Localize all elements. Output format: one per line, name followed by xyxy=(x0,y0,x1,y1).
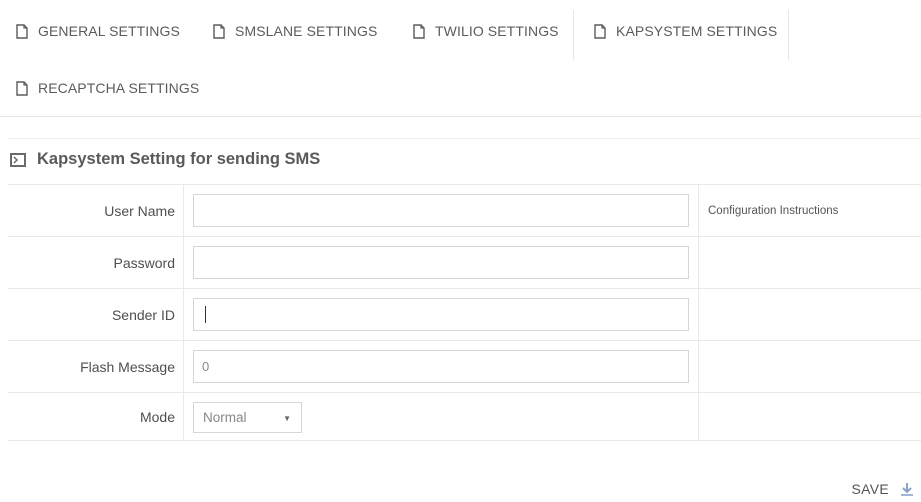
tab-label: GENERAL SETTINGS xyxy=(38,23,180,39)
form-row-flash-message: Flash Message xyxy=(8,340,921,392)
kapsystem-settings-form: User Name Configuration Instructions Pas… xyxy=(8,184,921,441)
column-divider xyxy=(698,289,699,340)
tab-divider xyxy=(788,10,789,60)
form-row-sender-id: Sender ID xyxy=(8,288,921,340)
form-row-user-name: User Name Configuration Instructions xyxy=(8,184,921,236)
panel-title-text: Kapsystem Setting for sending SMS xyxy=(37,150,321,168)
document-icon xyxy=(413,23,425,39)
document-icon xyxy=(213,23,225,39)
tab-label: RECAPTCHA SETTINGS xyxy=(38,80,200,96)
tab-kapsystem-settings[interactable]: KAPSYSTEM SETTINGS xyxy=(594,16,778,46)
document-icon xyxy=(594,23,606,39)
password-label: Password xyxy=(113,254,175,271)
dropdown-arrow-icon: ▼ xyxy=(283,414,291,423)
tab-divider xyxy=(573,10,574,60)
column-divider xyxy=(698,237,699,288)
tab-recaptcha-settings[interactable]: RECAPTCHA SETTINGS xyxy=(16,73,199,103)
password-input[interactable] xyxy=(193,246,689,279)
sender-id-input[interactable] xyxy=(193,298,689,331)
save-label: SAVE xyxy=(851,481,889,497)
column-divider xyxy=(698,185,699,236)
tab-label: KAPSYSTEM SETTINGS xyxy=(616,23,778,39)
column-divider xyxy=(183,185,184,236)
mode-select[interactable]: Normal ▼ xyxy=(193,402,302,433)
mode-label: Mode xyxy=(139,408,175,425)
tab-general-settings[interactable]: GENERAL SETTINGS xyxy=(16,16,180,46)
divider xyxy=(8,138,921,139)
mode-select-value: Normal xyxy=(203,410,247,425)
text-cursor xyxy=(205,306,206,323)
column-divider xyxy=(183,289,184,340)
form-row-mode: Mode Normal ▼ xyxy=(8,392,921,441)
panel-title: Kapsystem Setting for sending SMS xyxy=(10,150,320,169)
sender-id-label: Sender ID xyxy=(111,306,175,323)
terminal-icon xyxy=(10,152,26,167)
column-divider xyxy=(183,237,184,288)
tab-label: TWILIO SETTINGS xyxy=(435,23,559,39)
tab-label: SMSLANE SETTINGS xyxy=(235,23,378,39)
save-button[interactable]: SAVE xyxy=(851,481,913,497)
user-name-label: User Name xyxy=(104,202,175,219)
column-divider xyxy=(698,393,699,440)
column-divider xyxy=(183,341,184,392)
column-divider xyxy=(183,393,184,440)
flash-message-label: Flash Message xyxy=(80,358,175,375)
form-row-password: Password xyxy=(8,236,921,288)
document-icon xyxy=(16,23,28,39)
column-divider xyxy=(698,341,699,392)
tab-twilio-settings[interactable]: TWILIO SETTINGS xyxy=(413,16,559,46)
tab-smslane-settings[interactable]: SMSLANE SETTINGS xyxy=(213,16,377,46)
flash-message-input[interactable] xyxy=(193,350,689,383)
user-name-input[interactable] xyxy=(193,194,689,227)
settings-tabs: GENERAL SETTINGS SMSLANE SETTINGS TWILIO… xyxy=(0,0,921,117)
configuration-instructions-link[interactable]: Configuration Instructions xyxy=(708,185,838,236)
document-icon xyxy=(16,80,28,96)
download-icon xyxy=(901,482,913,496)
